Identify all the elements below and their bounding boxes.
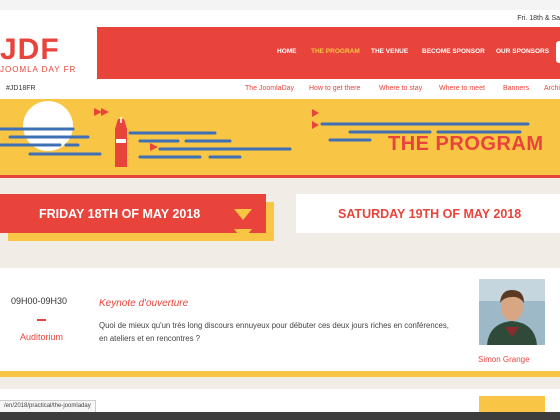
session-room: Auditorium bbox=[20, 332, 64, 342]
session-title[interactable]: Keynote d'ouverture bbox=[99, 298, 188, 309]
speaker-avatar-icon bbox=[479, 279, 545, 345]
subnav-how-to-get-there[interactable]: How to get there bbox=[309, 85, 360, 92]
session-description: Quoi de mieux qu'un très long discours e… bbox=[99, 321, 449, 343]
subnav-where-to-meet[interactable]: Where to meet bbox=[439, 85, 485, 92]
chevron-down-icon bbox=[234, 229, 252, 240]
nav-the-program[interactable]: THE PROGRAM bbox=[311, 48, 360, 55]
nav-home[interactable]: HOME bbox=[277, 48, 297, 55]
hashtag-label: #JD18FR bbox=[6, 85, 36, 92]
main-nav: HOME THE PROGRAM THE VENUE BECOME SPONSO… bbox=[97, 27, 560, 79]
logo-mark: JDF bbox=[0, 33, 60, 66]
browser-bottom-bar bbox=[0, 412, 560, 420]
banner-bottom-stripe bbox=[0, 175, 560, 178]
browser-top-strip bbox=[0, 0, 560, 10]
logo-subtitle: JOOMLA DAY FR bbox=[0, 65, 77, 74]
nav-our-sponsors[interactable]: OUR SPONSORS bbox=[496, 48, 549, 55]
subnav-where-to-stay[interactable]: Where to stay bbox=[379, 85, 422, 92]
nav-extra-button[interactable] bbox=[556, 41, 560, 63]
nav-become-sponsor[interactable]: BECOME SPONSOR bbox=[422, 48, 485, 55]
date-bar: Fri. 18th & Sa bbox=[0, 10, 560, 28]
day-tab-friday-label: FRIDAY 18TH OF MAY 2018 bbox=[39, 207, 201, 221]
site-logo[interactable]: JDF JOOMLA DAY FR bbox=[0, 27, 98, 79]
session-card: 09H00-09H30 Auditorium Keynote d'ouvertu… bbox=[0, 268, 560, 371]
banner-title: THE PROGRAM bbox=[388, 133, 544, 155]
nav-the-venue[interactable]: THE VENUE bbox=[371, 48, 408, 55]
chevron-down-icon bbox=[234, 209, 252, 220]
day-tab-saturday-label: SATURDAY 19TH OF MAY 2018 bbox=[338, 207, 522, 221]
day-tab-friday[interactable]: FRIDAY 18TH OF MAY 2018 bbox=[0, 194, 266, 233]
speaker-name[interactable]: Simon Grange bbox=[478, 355, 530, 364]
day-tab-saturday[interactable]: SATURDAY 19TH OF MAY 2018 bbox=[296, 194, 560, 236]
sub-nav: #JD18FR The JoomlaDay How to get there W… bbox=[0, 79, 560, 100]
subnav-archives[interactable]: Archi bbox=[544, 85, 560, 92]
subnav-the-joomladay[interactable]: The JoomlaDay bbox=[245, 85, 294, 92]
speaker-photo[interactable] bbox=[479, 279, 545, 345]
session-time: 09H00-09H30 bbox=[11, 296, 68, 306]
subnav-banners[interactable]: Banners bbox=[503, 85, 529, 92]
event-date-text: Fri. 18th & Sa bbox=[517, 15, 560, 22]
time-divider bbox=[37, 319, 46, 321]
program-banner: THE PROGRAM bbox=[0, 99, 560, 175]
